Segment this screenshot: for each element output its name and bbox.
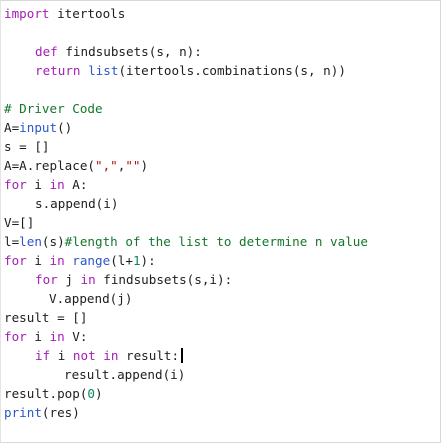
code-token: result = [] bbox=[4, 310, 88, 325]
builtin-token: range bbox=[72, 253, 111, 268]
code-token: (l+ bbox=[110, 253, 133, 268]
code-token: itertools bbox=[49, 6, 126, 21]
code-line: for i in V: bbox=[4, 327, 440, 346]
keyword-token: in bbox=[80, 272, 96, 287]
code-line: if i not in result: bbox=[4, 346, 440, 365]
comment-token: #length of the list to determine n value bbox=[64, 234, 368, 249]
code-line: s.append(i) bbox=[4, 194, 440, 213]
keyword-token: def bbox=[35, 44, 58, 59]
number-token: 0 bbox=[87, 386, 95, 401]
text-cursor bbox=[181, 348, 184, 363]
keyword-token: for bbox=[35, 272, 58, 287]
keyword-token: in bbox=[49, 253, 65, 268]
code-token: ): bbox=[140, 253, 156, 268]
keyword-token: import bbox=[4, 6, 50, 21]
code-token: s.append(i) bbox=[35, 196, 119, 211]
code-line: def findsubsets(s, n): bbox=[4, 42, 440, 61]
code-token: i bbox=[26, 253, 50, 268]
code-token: A: bbox=[64, 177, 88, 192]
keyword-token: in bbox=[103, 348, 119, 363]
code-line: V.append(j) bbox=[4, 289, 440, 308]
code-token: result.pop( bbox=[4, 386, 88, 401]
code-line: V=[] bbox=[4, 213, 440, 232]
code-line: A=input() bbox=[4, 118, 440, 137]
code-token: findsubsets(s, n): bbox=[57, 44, 202, 59]
keyword-token: in bbox=[49, 177, 65, 192]
string-token: "" bbox=[125, 158, 141, 173]
code-token: ) bbox=[95, 386, 103, 401]
code-line: result = [] bbox=[4, 308, 440, 327]
code-token: i bbox=[26, 329, 50, 344]
code-line: A=A.replace(",","") bbox=[4, 156, 440, 175]
code-line: print(res) bbox=[4, 403, 440, 422]
code-line: import itertools bbox=[4, 4, 440, 23]
keyword-token: for bbox=[4, 177, 27, 192]
code-line: return list(itertools.combinations(s, n)… bbox=[4, 61, 440, 80]
code-token: i bbox=[50, 348, 73, 363]
code-editor[interactable]: import itertools def findsubsets(s, n): … bbox=[0, 0, 441, 443]
builtin-token: len bbox=[19, 234, 42, 249]
number-token: 1 bbox=[132, 253, 141, 268]
code-token: ) bbox=[140, 158, 149, 173]
code-token: i bbox=[26, 177, 50, 192]
keyword-token: for bbox=[4, 329, 27, 344]
code-token: j bbox=[57, 272, 81, 287]
code-line: result.append(i) bbox=[4, 365, 440, 384]
code-token: A=A.replace( bbox=[4, 158, 95, 173]
code-token: () bbox=[57, 120, 73, 135]
code-line: for i in range(l+1): bbox=[4, 251, 440, 270]
keyword-token: not bbox=[72, 348, 96, 363]
code-area[interactable]: import itertools def findsubsets(s, n): … bbox=[4, 4, 440, 422]
code-token: s = [] bbox=[4, 139, 50, 154]
keyword-token: in bbox=[49, 329, 65, 344]
code-token: V=[] bbox=[4, 215, 35, 230]
code-token: (res) bbox=[41, 405, 80, 420]
code-line: for i in A: bbox=[4, 175, 440, 194]
code-token: V: bbox=[64, 329, 88, 344]
builtin-token: list bbox=[88, 63, 119, 78]
code-token: A= bbox=[4, 120, 20, 135]
code-line: # Driver Code bbox=[4, 99, 440, 118]
keyword-token: if bbox=[35, 348, 51, 363]
code-token: result: bbox=[118, 348, 180, 363]
code-line: l=len(s)#length of the list to determine… bbox=[4, 232, 440, 251]
code-token: V.append(j) bbox=[49, 291, 133, 306]
code-token: result.append(i) bbox=[64, 367, 186, 382]
code-line: for j in findsubsets(s,i): bbox=[4, 270, 440, 289]
keyword-token: for bbox=[4, 253, 27, 268]
builtin-token: input bbox=[19, 120, 58, 135]
keyword-token: return bbox=[35, 63, 81, 78]
code-token: findsubsets(s,i): bbox=[95, 272, 233, 287]
code-line: result.pop(0) bbox=[4, 384, 440, 403]
string-token: "," bbox=[95, 158, 118, 173]
code-token: (itertools.combinations(s, n)) bbox=[118, 63, 346, 78]
code-line: s = [] bbox=[4, 137, 440, 156]
builtin-token: print bbox=[4, 405, 42, 420]
code-token: (s) bbox=[41, 234, 65, 249]
comment-token: # Driver Code bbox=[4, 101, 103, 116]
code-token: l= bbox=[4, 234, 20, 249]
